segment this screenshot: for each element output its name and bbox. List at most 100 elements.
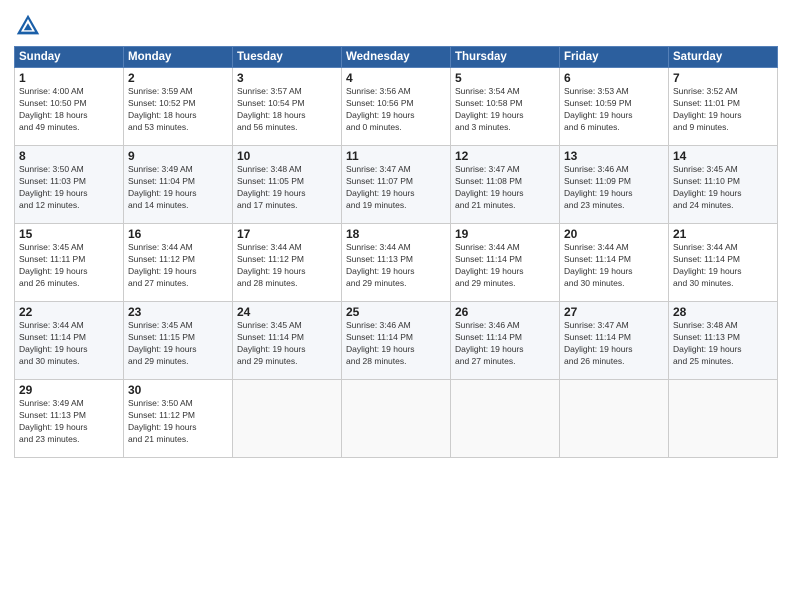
header xyxy=(14,12,778,40)
day-number: 10 xyxy=(237,149,337,163)
week-row-2: 8Sunrise: 3:50 AMSunset: 11:03 PMDayligh… xyxy=(15,146,778,224)
day-info: Sunrise: 3:44 AMSunset: 11:14 PMDaylight… xyxy=(455,242,555,290)
day-info: Sunrise: 3:48 AMSunset: 11:05 PMDaylight… xyxy=(237,164,337,212)
calendar-cell: 21Sunrise: 3:44 AMSunset: 11:14 PMDaylig… xyxy=(669,224,778,302)
calendar-cell: 19Sunrise: 3:44 AMSunset: 11:14 PMDaylig… xyxy=(451,224,560,302)
day-number: 16 xyxy=(128,227,228,241)
calendar-cell: 26Sunrise: 3:46 AMSunset: 11:14 PMDaylig… xyxy=(451,302,560,380)
day-number: 26 xyxy=(455,305,555,319)
calendar-cell: 6Sunrise: 3:53 AMSunset: 10:59 PMDayligh… xyxy=(560,68,669,146)
day-number: 4 xyxy=(346,71,446,85)
day-number: 19 xyxy=(455,227,555,241)
day-info: Sunrise: 3:44 AMSunset: 11:14 PMDaylight… xyxy=(19,320,119,368)
day-number: 3 xyxy=(237,71,337,85)
day-number: 20 xyxy=(564,227,664,241)
weekday-header-friday: Friday xyxy=(560,47,669,68)
weekday-header-saturday: Saturday xyxy=(669,47,778,68)
calendar-cell: 17Sunrise: 3:44 AMSunset: 11:12 PMDaylig… xyxy=(233,224,342,302)
day-info: Sunrise: 3:57 AMSunset: 10:54 PMDaylight… xyxy=(237,86,337,134)
day-number: 8 xyxy=(19,149,119,163)
day-info: Sunrise: 3:47 AMSunset: 11:08 PMDaylight… xyxy=(455,164,555,212)
day-number: 29 xyxy=(19,383,119,397)
calendar-cell: 14Sunrise: 3:45 AMSunset: 11:10 PMDaylig… xyxy=(669,146,778,224)
day-info: Sunrise: 3:47 AMSunset: 11:14 PMDaylight… xyxy=(564,320,664,368)
calendar-cell: 12Sunrise: 3:47 AMSunset: 11:08 PMDaylig… xyxy=(451,146,560,224)
day-info: Sunrise: 3:45 AMSunset: 11:14 PMDaylight… xyxy=(237,320,337,368)
day-info: Sunrise: 3:49 AMSunset: 11:13 PMDaylight… xyxy=(19,398,119,446)
calendar-cell xyxy=(233,380,342,458)
calendar-cell: 20Sunrise: 3:44 AMSunset: 11:14 PMDaylig… xyxy=(560,224,669,302)
day-info: Sunrise: 3:46 AMSunset: 11:14 PMDaylight… xyxy=(346,320,446,368)
day-info: Sunrise: 3:46 AMSunset: 11:09 PMDaylight… xyxy=(564,164,664,212)
weekday-header-sunday: Sunday xyxy=(15,47,124,68)
day-number: 11 xyxy=(346,149,446,163)
day-info: Sunrise: 3:49 AMSunset: 11:04 PMDaylight… xyxy=(128,164,228,212)
day-info: Sunrise: 3:56 AMSunset: 10:56 PMDaylight… xyxy=(346,86,446,134)
calendar-cell xyxy=(560,380,669,458)
weekday-header-wednesday: Wednesday xyxy=(342,47,451,68)
day-number: 23 xyxy=(128,305,228,319)
week-row-5: 29Sunrise: 3:49 AMSunset: 11:13 PMDaylig… xyxy=(15,380,778,458)
calendar-cell: 25Sunrise: 3:46 AMSunset: 11:14 PMDaylig… xyxy=(342,302,451,380)
day-number: 12 xyxy=(455,149,555,163)
day-number: 14 xyxy=(673,149,773,163)
day-number: 18 xyxy=(346,227,446,241)
day-info: Sunrise: 3:48 AMSunset: 11:13 PMDaylight… xyxy=(673,320,773,368)
calendar-cell: 27Sunrise: 3:47 AMSunset: 11:14 PMDaylig… xyxy=(560,302,669,380)
day-info: Sunrise: 3:44 AMSunset: 11:13 PMDaylight… xyxy=(346,242,446,290)
day-info: Sunrise: 3:44 AMSunset: 11:14 PMDaylight… xyxy=(673,242,773,290)
calendar-cell: 7Sunrise: 3:52 AMSunset: 11:01 PMDayligh… xyxy=(669,68,778,146)
weekday-header-row: SundayMondayTuesdayWednesdayThursdayFrid… xyxy=(15,47,778,68)
day-info: Sunrise: 3:44 AMSunset: 11:12 PMDaylight… xyxy=(128,242,228,290)
week-row-4: 22Sunrise: 3:44 AMSunset: 11:14 PMDaylig… xyxy=(15,302,778,380)
calendar-cell: 9Sunrise: 3:49 AMSunset: 11:04 PMDayligh… xyxy=(124,146,233,224)
logo-icon xyxy=(14,12,42,40)
day-number: 17 xyxy=(237,227,337,241)
calendar-cell: 23Sunrise: 3:45 AMSunset: 11:15 PMDaylig… xyxy=(124,302,233,380)
day-number: 1 xyxy=(19,71,119,85)
day-info: Sunrise: 3:50 AMSunset: 11:03 PMDaylight… xyxy=(19,164,119,212)
day-number: 7 xyxy=(673,71,773,85)
calendar-cell: 28Sunrise: 3:48 AMSunset: 11:13 PMDaylig… xyxy=(669,302,778,380)
day-number: 27 xyxy=(564,305,664,319)
calendar-cell: 4Sunrise: 3:56 AMSunset: 10:56 PMDayligh… xyxy=(342,68,451,146)
day-info: Sunrise: 3:53 AMSunset: 10:59 PMDaylight… xyxy=(564,86,664,134)
calendar-cell: 18Sunrise: 3:44 AMSunset: 11:13 PMDaylig… xyxy=(342,224,451,302)
weekday-header-tuesday: Tuesday xyxy=(233,47,342,68)
calendar-cell xyxy=(669,380,778,458)
day-info: Sunrise: 3:59 AMSunset: 10:52 PMDaylight… xyxy=(128,86,228,134)
day-number: 28 xyxy=(673,305,773,319)
calendar-cell xyxy=(451,380,560,458)
day-info: Sunrise: 3:45 AMSunset: 11:11 PMDaylight… xyxy=(19,242,119,290)
calendar-cell: 2Sunrise: 3:59 AMSunset: 10:52 PMDayligh… xyxy=(124,68,233,146)
calendar-cell: 22Sunrise: 3:44 AMSunset: 11:14 PMDaylig… xyxy=(15,302,124,380)
day-number: 24 xyxy=(237,305,337,319)
day-number: 22 xyxy=(19,305,119,319)
calendar-cell: 24Sunrise: 3:45 AMSunset: 11:14 PMDaylig… xyxy=(233,302,342,380)
day-info: Sunrise: 3:50 AMSunset: 11:12 PMDaylight… xyxy=(128,398,228,446)
day-number: 6 xyxy=(564,71,664,85)
logo xyxy=(14,12,46,40)
day-number: 13 xyxy=(564,149,664,163)
day-info: Sunrise: 4:00 AMSunset: 10:50 PMDaylight… xyxy=(19,86,119,134)
calendar-cell: 1Sunrise: 4:00 AMSunset: 10:50 PMDayligh… xyxy=(15,68,124,146)
page: SundayMondayTuesdayWednesdayThursdayFrid… xyxy=(0,0,792,612)
day-number: 5 xyxy=(455,71,555,85)
day-info: Sunrise: 3:54 AMSunset: 10:58 PMDaylight… xyxy=(455,86,555,134)
week-row-1: 1Sunrise: 4:00 AMSunset: 10:50 PMDayligh… xyxy=(15,68,778,146)
day-info: Sunrise: 3:46 AMSunset: 11:14 PMDaylight… xyxy=(455,320,555,368)
week-row-3: 15Sunrise: 3:45 AMSunset: 11:11 PMDaylig… xyxy=(15,224,778,302)
day-number: 15 xyxy=(19,227,119,241)
day-info: Sunrise: 3:45 AMSunset: 11:15 PMDaylight… xyxy=(128,320,228,368)
calendar-cell: 11Sunrise: 3:47 AMSunset: 11:07 PMDaylig… xyxy=(342,146,451,224)
calendar-cell xyxy=(342,380,451,458)
calendar-cell: 10Sunrise: 3:48 AMSunset: 11:05 PMDaylig… xyxy=(233,146,342,224)
calendar-cell: 15Sunrise: 3:45 AMSunset: 11:11 PMDaylig… xyxy=(15,224,124,302)
calendar: SundayMondayTuesdayWednesdayThursdayFrid… xyxy=(14,46,778,458)
day-info: Sunrise: 3:44 AMSunset: 11:12 PMDaylight… xyxy=(237,242,337,290)
calendar-cell: 5Sunrise: 3:54 AMSunset: 10:58 PMDayligh… xyxy=(451,68,560,146)
calendar-cell: 16Sunrise: 3:44 AMSunset: 11:12 PMDaylig… xyxy=(124,224,233,302)
day-info: Sunrise: 3:45 AMSunset: 11:10 PMDaylight… xyxy=(673,164,773,212)
day-number: 25 xyxy=(346,305,446,319)
day-info: Sunrise: 3:52 AMSunset: 11:01 PMDaylight… xyxy=(673,86,773,134)
